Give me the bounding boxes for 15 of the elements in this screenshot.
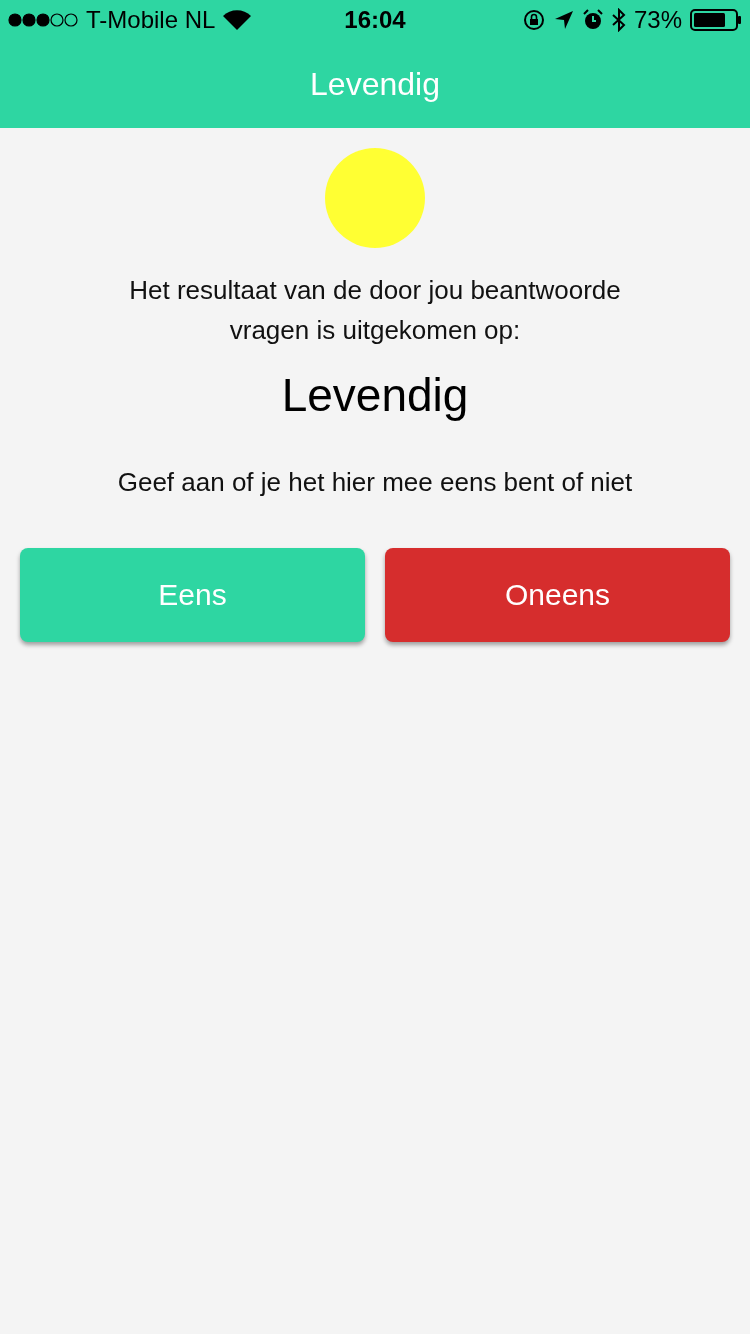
- disagree-button[interactable]: Oneens: [385, 548, 730, 642]
- bluetooth-icon: [611, 8, 626, 32]
- rotation-lock-icon: [521, 8, 546, 32]
- battery-icon: [690, 9, 742, 31]
- clock-time: 16:04: [344, 6, 406, 34]
- carrier-name: T-Mobile NL: [86, 6, 216, 34]
- signal-icon: [8, 13, 78, 27]
- alarm-icon: [581, 9, 604, 31]
- location-arrow-icon: [553, 10, 574, 30]
- battery-percent: 73%: [633, 6, 682, 34]
- result-value: Levendig: [281, 368, 469, 422]
- wifi-icon: [223, 10, 252, 30]
- screen-title: Levendig: [310, 65, 440, 103]
- result-intro-text: Het resultaat van de door jou beantwoorde vragen is uitgekomen op:: [128, 274, 622, 347]
- question-text: Geef aan of je het hier mee eens bent of niet: [116, 466, 634, 499]
